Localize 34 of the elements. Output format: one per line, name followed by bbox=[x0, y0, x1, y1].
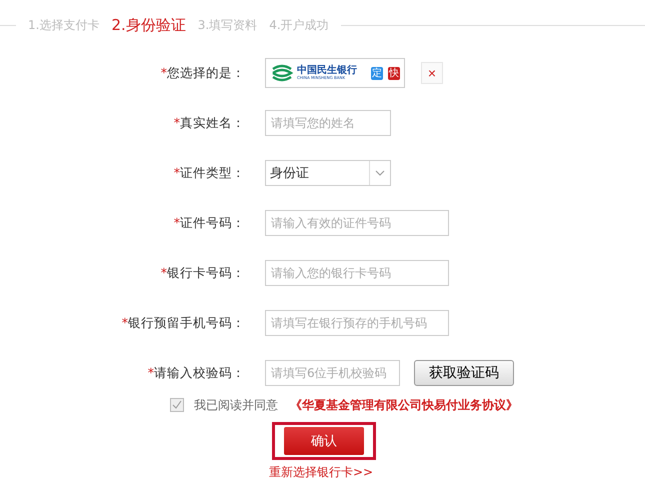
input-field[interactable]: 请填写6位手机校验码 bbox=[265, 360, 400, 386]
remove-button[interactable]: × bbox=[421, 62, 443, 84]
required-mark: * bbox=[174, 114, 180, 130]
required-mark: * bbox=[174, 164, 180, 180]
field-label: 证件类型： bbox=[180, 164, 245, 180]
field-label: 银行预留手机号码： bbox=[128, 314, 245, 330]
card-type-tag: 快 bbox=[388, 66, 400, 80]
input-field[interactable]: 请填写您的姓名 bbox=[265, 110, 391, 136]
required-mark: * bbox=[160, 64, 167, 80]
caret-icon bbox=[375, 170, 385, 176]
required-mark: * bbox=[160, 264, 167, 280]
field-label: 证件号码： bbox=[180, 214, 245, 230]
required-mark: * bbox=[122, 314, 128, 330]
agreement-link[interactable]: 《华夏基金管理有限公司快易付业务协议》 bbox=[290, 396, 518, 414]
field-label: 您选择的是： bbox=[167, 64, 245, 80]
confirm-button[interactable]: 确认 bbox=[284, 427, 364, 455]
agree-checkbox[interactable] bbox=[170, 398, 184, 412]
field-label: 真实姓名： bbox=[180, 114, 245, 130]
card-type-tag: 定 bbox=[371, 66, 383, 80]
step-tab[interactable]: 2.身份验证 bbox=[111, 16, 186, 34]
bank-name: 中国民生银行 bbox=[297, 66, 357, 76]
reselect-link[interactable]: 重新选择银行卡>> bbox=[269, 464, 645, 481]
required-mark: * bbox=[148, 364, 154, 380]
field-label: 银行卡号码： bbox=[167, 264, 245, 280]
input-field[interactable]: 请输入有效的证件号码 bbox=[265, 210, 449, 236]
required-mark: * bbox=[174, 214, 180, 230]
input-field[interactable]: 请填写在银行预存的手机号码 bbox=[265, 310, 449, 336]
input-field[interactable]: 请输入您的银行卡号码 bbox=[265, 260, 449, 286]
select-value: 身份证 bbox=[270, 165, 309, 182]
field-label: 请输入校验码： bbox=[154, 364, 245, 380]
select-field[interactable]: 身份证 bbox=[265, 160, 391, 186]
bank-logo-icon bbox=[270, 64, 294, 82]
get-code-button[interactable]: 获取验证码 bbox=[414, 360, 514, 386]
agreement-text: 我已阅读并同意 bbox=[194, 396, 278, 414]
